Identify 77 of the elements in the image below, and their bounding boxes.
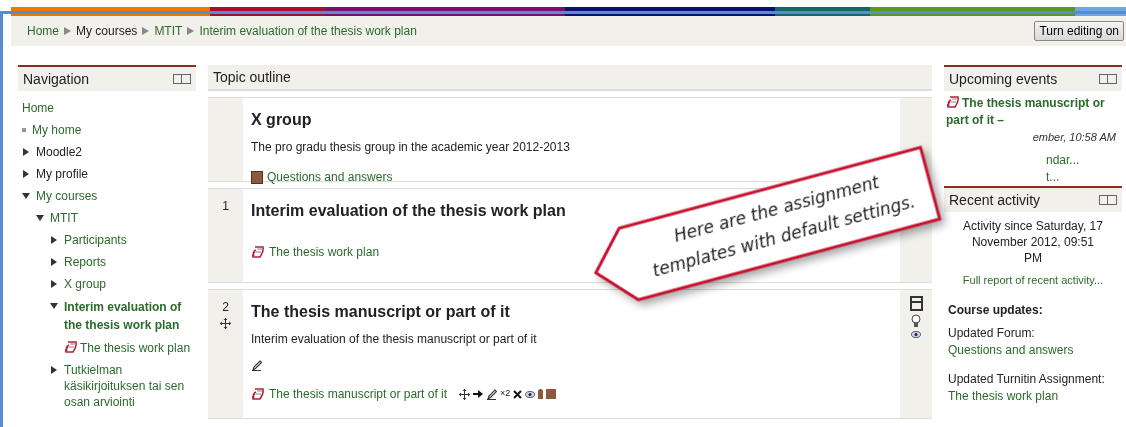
collapsed-arrow-icon[interactable] bbox=[50, 236, 58, 244]
activity-link[interactable]: The thesis manuscript or part of it bbox=[269, 385, 448, 403]
activity-link[interactable]: The thesis work plan bbox=[269, 243, 380, 261]
edit-icon[interactable] bbox=[486, 388, 498, 400]
dock-icon[interactable] bbox=[173, 74, 191, 84]
expanded-arrow-icon[interactable] bbox=[50, 302, 58, 310]
forum-icon bbox=[251, 170, 263, 184]
dock-icon[interactable] bbox=[1099, 74, 1117, 84]
nav-item[interactable]: Participants bbox=[64, 232, 127, 248]
collapsed-arrow-icon[interactable] bbox=[22, 148, 30, 156]
expanded-arrow-icon[interactable] bbox=[22, 192, 30, 200]
lightbulb-icon[interactable] bbox=[911, 314, 921, 328]
separator-icon bbox=[64, 27, 71, 35]
dock-icon[interactable] bbox=[1099, 195, 1117, 205]
event-link[interactable]: The thesis manuscript or bbox=[962, 95, 1105, 112]
event-link[interactable]: part of it – bbox=[946, 112, 1004, 129]
breadcrumb-link[interactable]: MTIT bbox=[154, 22, 183, 40]
nav-item[interactable]: X group bbox=[64, 276, 107, 292]
block-title: Upcoming events bbox=[949, 69, 1058, 89]
nav-link[interactable]: The thesis work plan bbox=[80, 340, 191, 356]
block-title: Recent activity bbox=[949, 190, 1041, 210]
show-one-section-icon[interactable] bbox=[909, 296, 923, 311]
update-label: Updated Forum: bbox=[948, 324, 1036, 342]
collapsed-arrow-icon[interactable] bbox=[50, 280, 58, 288]
bullet-icon bbox=[22, 128, 26, 132]
full-report-link[interactable]: Full report of recent activity... bbox=[948, 272, 1118, 289]
calendar-link[interactable]: t... bbox=[1046, 168, 1060, 186]
collapsed-arrow-icon[interactable] bbox=[50, 258, 58, 266]
nav-item[interactable]: Moodle2 bbox=[36, 144, 83, 160]
edit-icon[interactable] bbox=[251, 360, 262, 371]
section-title: X group bbox=[251, 110, 312, 130]
update-link[interactable]: Questions and answers bbox=[948, 341, 1118, 359]
scroll-icon bbox=[251, 245, 265, 259]
nav-item[interactable]: Tutkielman käsikirjoituksen tai sen osan arviointi bbox=[64, 362, 196, 410]
expanded-arrow-icon[interactable] bbox=[36, 214, 44, 222]
scroll-icon bbox=[251, 387, 265, 401]
section-heading: Topic outline bbox=[213, 67, 291, 87]
course-updates-heading: Course updates: bbox=[948, 301, 1044, 319]
section-title: Interim evaluation of the thesis work plan bbox=[251, 201, 566, 221]
nav-item[interactable]: MTIT bbox=[50, 210, 78, 226]
separator-icon bbox=[142, 27, 150, 35]
delete-icon[interactable] bbox=[513, 389, 523, 399]
eye-icon[interactable] bbox=[525, 390, 536, 398]
block-title: Navigation bbox=[23, 69, 90, 89]
nav-item[interactable]: My profile bbox=[36, 166, 88, 182]
section-summary: The pro gradu thesis group in the academic year 2012-2013 bbox=[251, 139, 570, 156]
section-summary: Interim evaluation of the thesis manuscript or part of it bbox=[251, 331, 537, 348]
edit-count: ×2 bbox=[500, 387, 511, 401]
section-number: 1 bbox=[222, 198, 229, 215]
nav-link[interactable]: My home bbox=[32, 122, 82, 138]
move-icon[interactable] bbox=[220, 318, 231, 329]
calendar-link[interactable]: ndar... bbox=[1046, 151, 1080, 169]
nav-item[interactable]: Interim evaluation of the thesis work plan bbox=[64, 298, 196, 334]
activity-since-text: Activity since Saturday, 17 November 2012, 09:51 PM bbox=[962, 218, 1104, 266]
update-label: Updated Turnitin Assignment: bbox=[948, 370, 1106, 388]
breadcrumb-link[interactable]: Interim evaluation of the thesis work plan bbox=[199, 22, 417, 40]
collapsed-arrow-icon[interactable] bbox=[50, 366, 58, 374]
separator-icon bbox=[187, 27, 195, 35]
person-icon[interactable] bbox=[538, 389, 544, 399]
nav-item[interactable]: My courses bbox=[36, 188, 98, 204]
breadcrumb-link[interactable]: Home bbox=[27, 22, 59, 40]
update-link[interactable]: The thesis work plan bbox=[948, 387, 1118, 405]
breadcrumb-text: My courses bbox=[76, 23, 138, 40]
event-date: ember, 10:58 AM bbox=[1031, 130, 1117, 145]
section-number: 2 bbox=[222, 299, 229, 316]
section-title: The thesis manuscript or part of it bbox=[251, 302, 510, 322]
activity-link[interactable]: Questions and answers bbox=[267, 168, 393, 186]
group-icon[interactable] bbox=[546, 389, 557, 399]
nav-link[interactable]: Home bbox=[22, 100, 54, 116]
collapsed-arrow-icon[interactable] bbox=[22, 170, 30, 178]
arrow-right-icon[interactable] bbox=[473, 390, 484, 398]
move-icon[interactable] bbox=[459, 388, 471, 400]
nav-item[interactable]: Reports bbox=[64, 254, 107, 270]
turn-editing-on-button[interactable]: Turn editing on bbox=[1034, 21, 1124, 41]
eye-icon[interactable] bbox=[911, 331, 921, 338]
scroll-icon bbox=[64, 340, 78, 354]
scroll-icon bbox=[946, 95, 960, 109]
